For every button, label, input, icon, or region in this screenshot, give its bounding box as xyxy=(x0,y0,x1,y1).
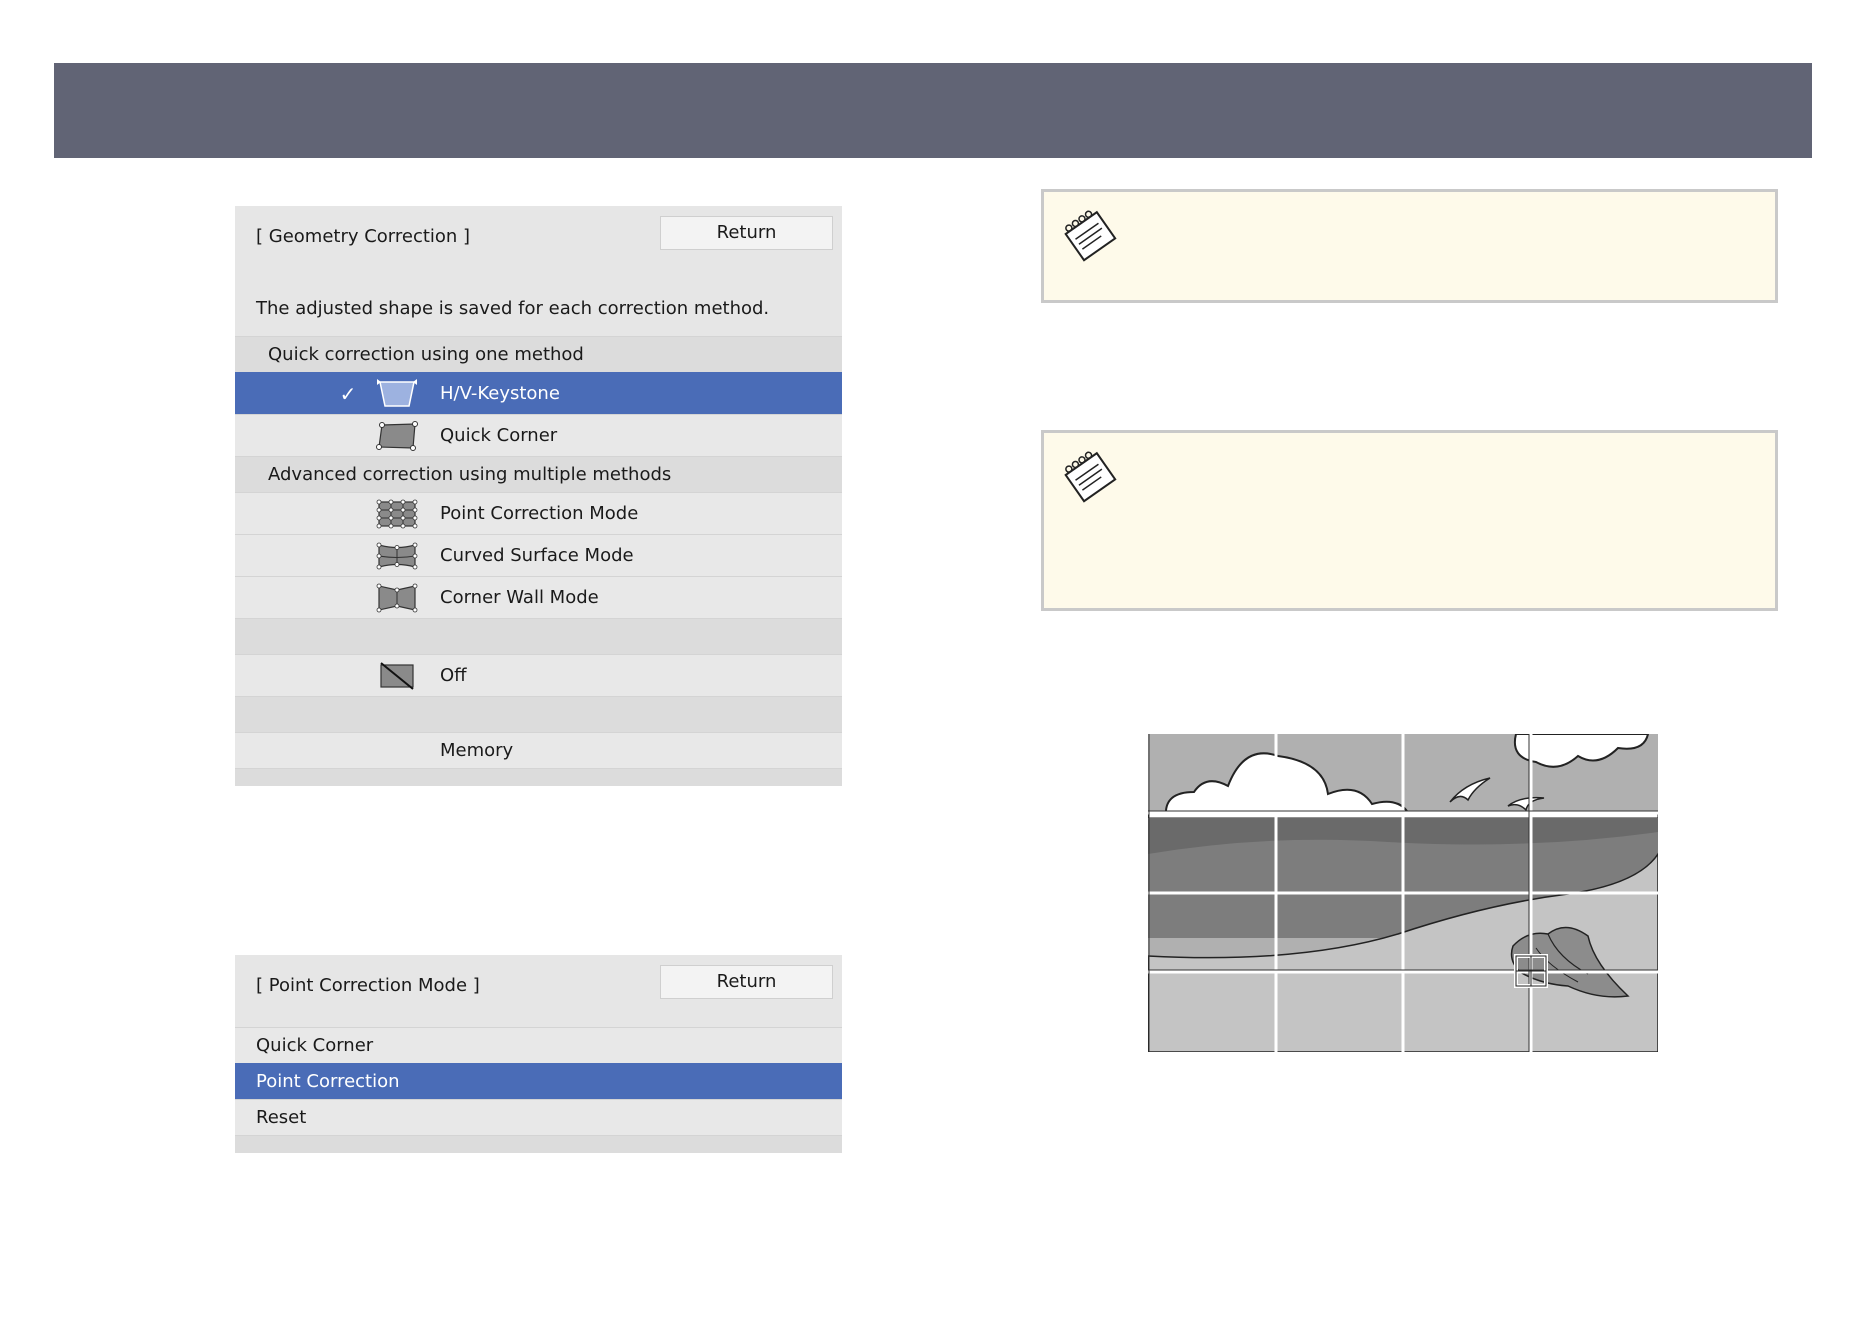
menu-item-label: Quick Corner xyxy=(256,1035,374,1056)
quick-corner-icon xyxy=(376,420,418,451)
menu-item-hv-keystone[interactable]: ✓ H/V-Keystone xyxy=(235,372,842,414)
menu-header: [ Geometry Correction ] Return The adjus… xyxy=(235,206,842,336)
checkmark-icon: ✓ xyxy=(339,381,357,406)
note-icon xyxy=(1064,210,1117,262)
section-label: Quick correction using one method xyxy=(268,344,584,365)
menu-divider xyxy=(235,618,842,654)
menu-item-label: Memory xyxy=(440,740,514,761)
corner-wall-icon xyxy=(376,583,418,612)
menu-item-quick-corner[interactable]: Quick Corner xyxy=(235,414,842,456)
menu-item-reset[interactable]: Reset xyxy=(235,1099,842,1135)
menu-item-label: Corner Wall Mode xyxy=(440,587,599,608)
menu-title: [ Geometry Correction ] xyxy=(256,226,471,247)
menu-item-label: H/V-Keystone xyxy=(440,383,560,404)
off-icon xyxy=(380,661,414,690)
return-button[interactable]: Return xyxy=(660,965,833,999)
point-correction-illustration xyxy=(1148,734,1658,1052)
return-button[interactable]: Return xyxy=(660,216,833,250)
menu-item-corner-wall-mode[interactable]: Corner Wall Mode xyxy=(235,576,842,618)
curved-surface-icon xyxy=(376,542,418,569)
menu-item-label: Off xyxy=(440,665,467,686)
page-header-bar xyxy=(54,63,1812,158)
point-correction-mode-menu: [ Point Correction Mode ] Return Quick C… xyxy=(235,955,842,1153)
menu-item-point-correction-mode[interactable]: Point Correction Mode xyxy=(235,492,842,534)
menu-header: [ Point Correction Mode ] Return xyxy=(235,955,842,1027)
section-label: Advanced correction using multiple metho… xyxy=(268,464,672,485)
menu-item-memory[interactable]: Memory xyxy=(235,732,842,768)
section-header-quick: Quick correction using one method xyxy=(235,336,842,372)
note-icon xyxy=(1064,451,1117,503)
menu-item-label: Curved Surface Mode xyxy=(440,545,634,566)
hv-keystone-icon xyxy=(377,378,417,407)
menu-footer xyxy=(235,768,842,786)
menu-item-off[interactable]: Off xyxy=(235,654,842,696)
note-box xyxy=(1041,430,1778,611)
menu-divider xyxy=(235,696,842,732)
menu-item-point-correction[interactable]: Point Correction xyxy=(235,1063,842,1099)
menu-item-label: Point Correction Mode xyxy=(440,503,639,524)
geometry-correction-menu: [ Geometry Correction ] Return The adjus… xyxy=(235,206,842,786)
note-box xyxy=(1041,189,1778,303)
menu-item-curved-surface-mode[interactable]: Curved Surface Mode xyxy=(235,534,842,576)
menu-item-label: Point Correction xyxy=(256,1071,400,1092)
menu-title: [ Point Correction Mode ] xyxy=(256,975,480,996)
menu-item-label: Quick Corner xyxy=(440,425,558,446)
section-header-advanced: Advanced correction using multiple metho… xyxy=(235,456,842,492)
point-correction-icon xyxy=(376,499,418,528)
menu-item-quick-corner[interactable]: Quick Corner xyxy=(235,1027,842,1063)
menu-footer xyxy=(235,1135,842,1153)
menu-item-label: Reset xyxy=(256,1107,307,1128)
menu-description: The adjusted shape is saved for each cor… xyxy=(256,298,770,319)
